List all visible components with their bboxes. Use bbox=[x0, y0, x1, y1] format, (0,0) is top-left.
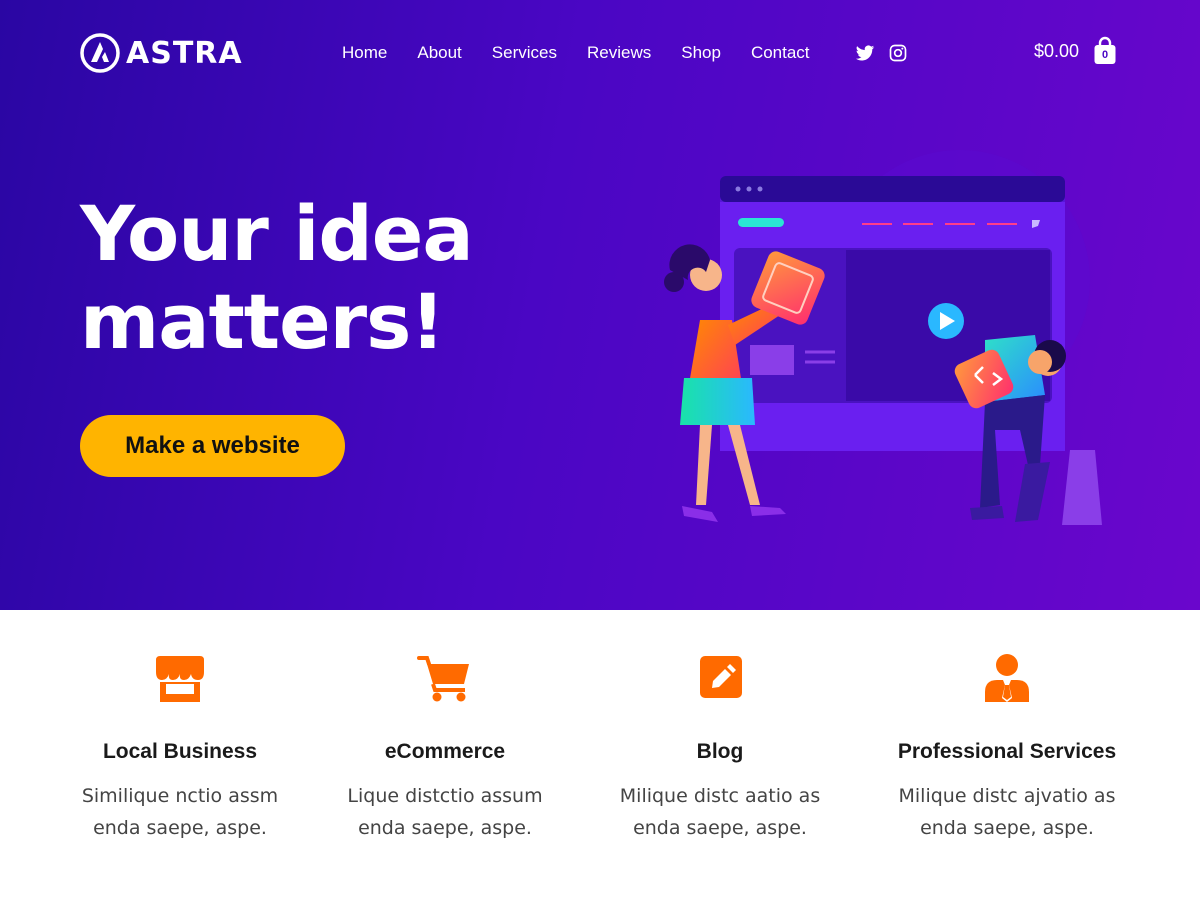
feature-text-line1: Milique distc aatio as bbox=[619, 785, 821, 807]
nav-item-services[interactable]: Services bbox=[492, 41, 557, 65]
feature-description: Similique nctio assm enda saepe, aspe. bbox=[50, 780, 310, 844]
cart-widget[interactable]: $0.00 0 bbox=[1034, 36, 1117, 66]
brand-name: ASTRA bbox=[126, 35, 243, 71]
feature-description: Milique distc aatio as enda saepe, aspe. bbox=[590, 780, 850, 844]
edit-icon bbox=[700, 656, 742, 698]
nav-item-reviews[interactable]: Reviews bbox=[587, 41, 651, 65]
shopping-bag-icon: 0 bbox=[1093, 36, 1117, 66]
nav-item-home[interactable]: Home bbox=[342, 41, 387, 65]
social-links bbox=[855, 43, 921, 63]
astra-logo-icon bbox=[80, 33, 120, 73]
cart-total: $0.00 bbox=[1034, 41, 1080, 61]
feature-title: Local Business bbox=[102, 740, 258, 763]
nav-item-about[interactable]: About bbox=[417, 41, 461, 65]
feature-blog: Blog Milique distc aatio as enda saepe, … bbox=[590, 652, 850, 844]
hero-title-line2: matters! bbox=[80, 277, 445, 366]
feature-title: eCommerce bbox=[384, 740, 506, 763]
storefront-icon bbox=[156, 656, 204, 702]
nav-item-shop[interactable]: Shop bbox=[681, 41, 721, 65]
feature-text-line2: enda saepe, aspe. bbox=[358, 817, 532, 839]
person-tie-icon bbox=[985, 654, 1029, 702]
features-section: Local Business Similique nctio assm enda… bbox=[0, 610, 1200, 900]
nav-item-contact[interactable]: Contact bbox=[751, 41, 810, 65]
feature-local-business: Local Business Similique nctio assm enda… bbox=[50, 652, 310, 844]
instagram-icon[interactable] bbox=[888, 43, 908, 63]
feature-text-line2: enda saepe, aspe. bbox=[93, 817, 267, 839]
feature-description: Lique distctio assum enda saepe, aspe. bbox=[315, 780, 575, 844]
feature-text-line2: enda saepe, aspe. bbox=[633, 817, 807, 839]
site-logo[interactable]: ASTRA bbox=[80, 32, 243, 74]
twitter-icon[interactable] bbox=[855, 43, 875, 63]
feature-description: Milique distc ajvatio as enda saepe, asp… bbox=[877, 780, 1137, 844]
main-nav: Home About Services Reviews Shop Contact bbox=[342, 41, 810, 65]
cart-icon bbox=[417, 656, 469, 702]
hero-title-line1: Your idea bbox=[80, 189, 474, 278]
feature-professional-services: Professional Services Milique distc ajva… bbox=[877, 652, 1137, 844]
feature-text-line1: Similique nctio assm bbox=[81, 785, 279, 807]
site-header: ASTRA Home About Services Reviews Shop C… bbox=[0, 0, 1200, 106]
feature-ecommerce: eCommerce Lique distctio assum enda saep… bbox=[315, 652, 575, 844]
feature-text-line1: Milique distc ajvatio as bbox=[898, 785, 1116, 807]
feature-title: Blog bbox=[696, 740, 744, 763]
feature-text-line2: enda saepe, aspe. bbox=[920, 817, 1094, 839]
hero-title: Your idea matters! bbox=[80, 190, 540, 366]
feature-text-line1: Lique distctio assum bbox=[347, 785, 543, 807]
cart-count: 0 bbox=[1101, 49, 1109, 61]
make-website-button[interactable]: Make a website bbox=[80, 415, 345, 477]
feature-title: Professional Services bbox=[897, 740, 1117, 763]
hero-illustration bbox=[664, 150, 1102, 525]
hero-section: ASTRA Home About Services Reviews Shop C… bbox=[0, 0, 1200, 610]
